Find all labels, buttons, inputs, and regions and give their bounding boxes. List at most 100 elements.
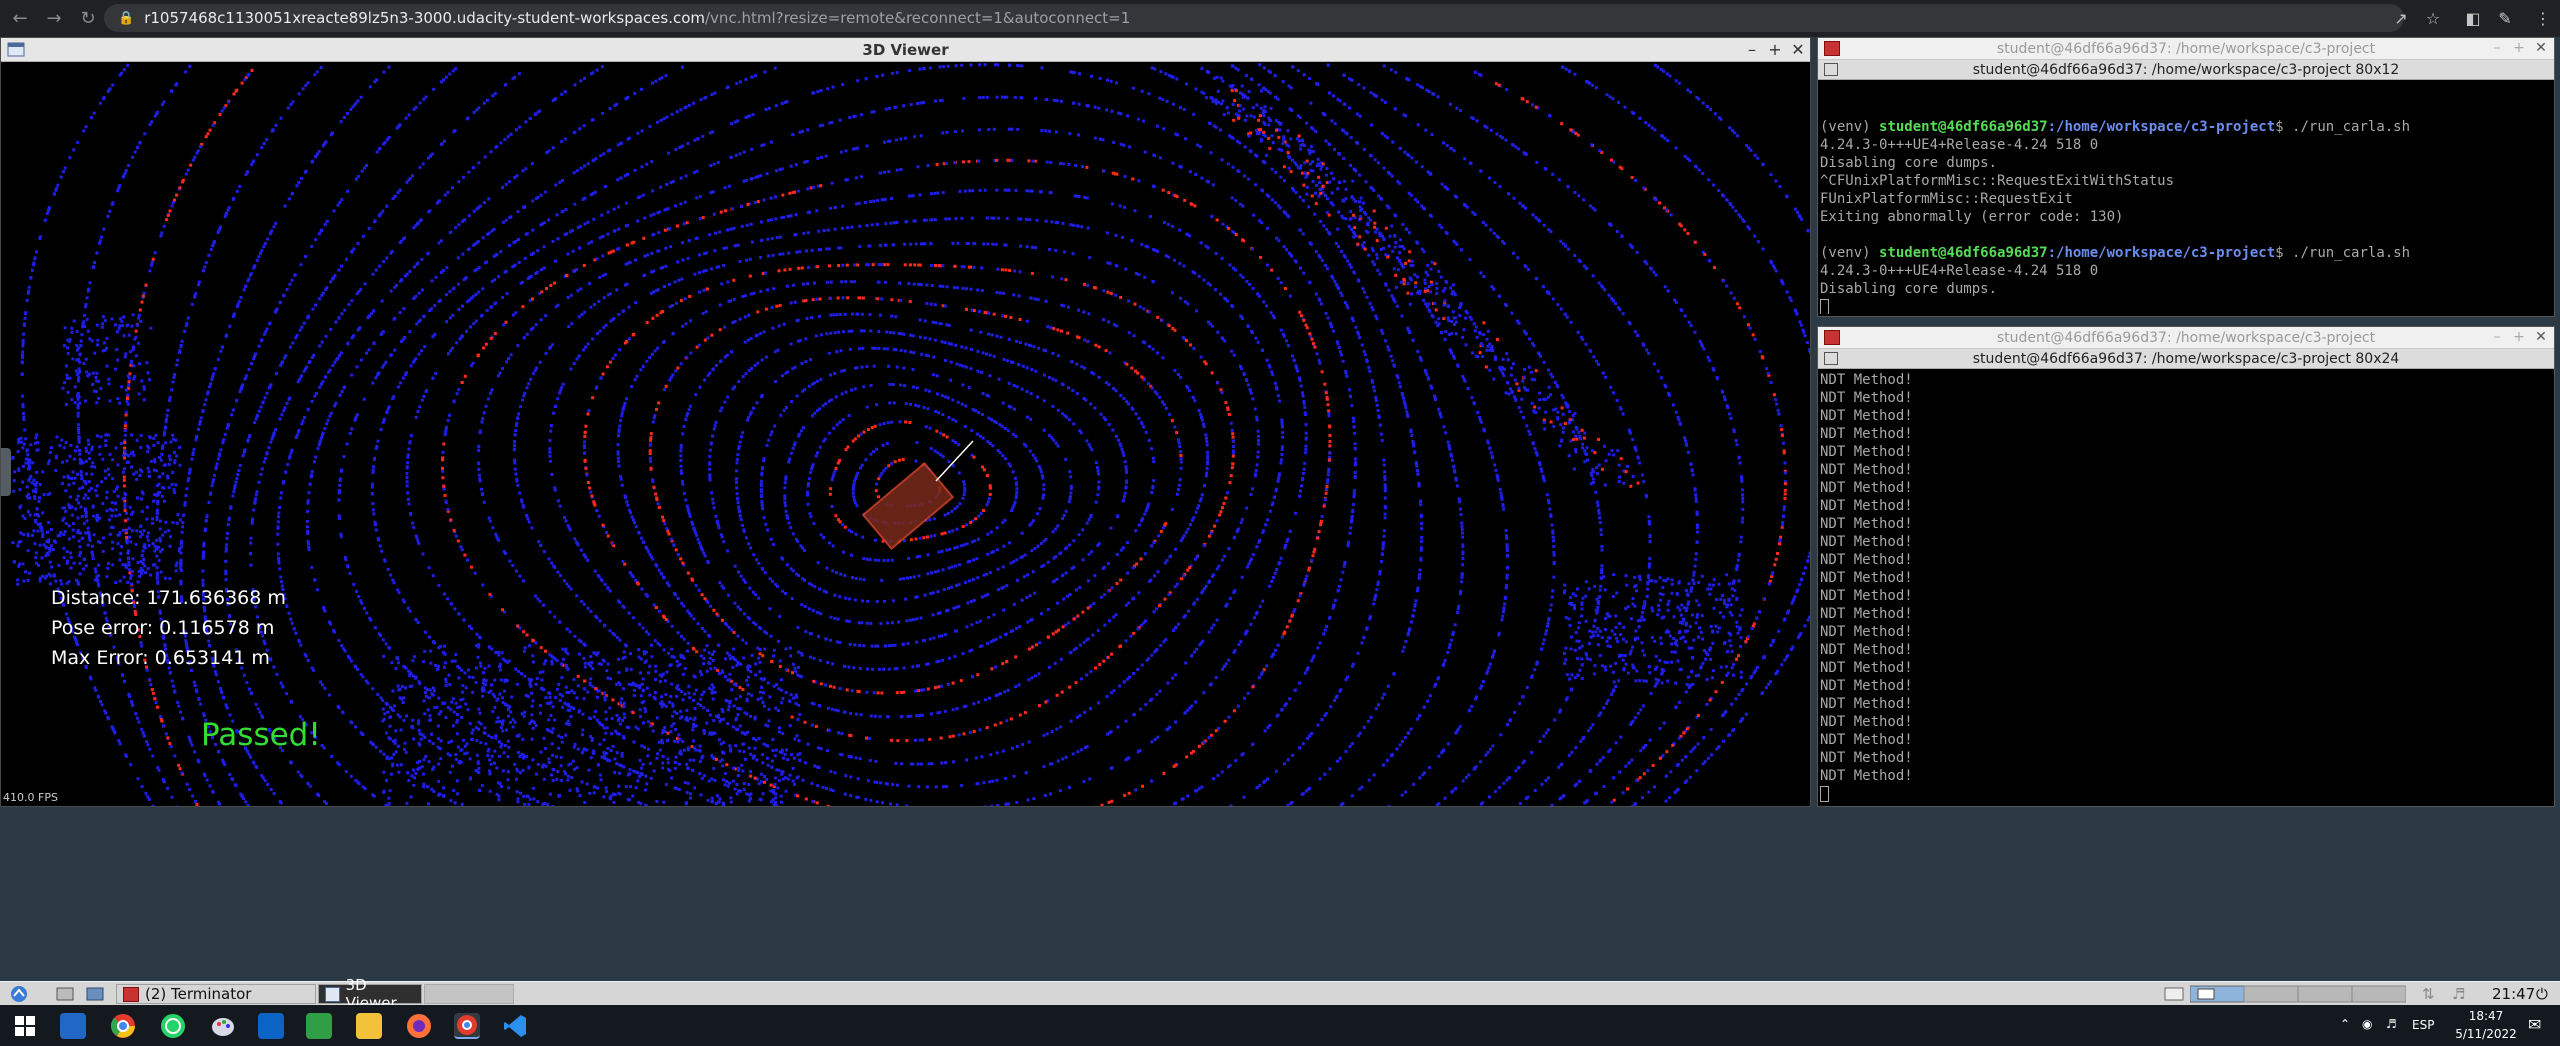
- tray-network-icon[interactable]: ◉: [2362, 1017, 2372, 1031]
- menu-icon[interactable]: ⋮: [2530, 5, 2556, 31]
- terminal-window-1: student@46df66a96d37: /home/workspace/c3…: [1817, 37, 2555, 317]
- prompt-user: student@46df66a96d37: [1879, 119, 2048, 135]
- minimize-button[interactable]: –: [2488, 40, 2506, 56]
- reload-icon[interactable]: ↻: [74, 5, 102, 33]
- vscode-icon[interactable]: [502, 1013, 528, 1039]
- minimize-button[interactable]: –: [1743, 40, 1761, 59]
- terminal-window-2: student@46df66a96d37: /home/workspace/c3…: [1817, 326, 2555, 807]
- terminal-line: NDT Method!: [1820, 660, 1913, 676]
- terminal-tabbar: student@46df66a96d37: /home/workspace/c3…: [1818, 349, 2554, 369]
- minimize-button[interactable]: –: [2488, 329, 2506, 345]
- prompt-path: :/home/workspace/c3-project: [2047, 119, 2276, 135]
- share-icon[interactable]: ↗: [2388, 5, 2414, 31]
- vehicle-bounding-box: [861, 440, 974, 550]
- panel-clock[interactable]: 21:47: [2492, 984, 2535, 1004]
- windows-start-icon[interactable]: [12, 1013, 38, 1039]
- terminal-tab-title: student@46df66a96d37: /home/workspace/c3…: [1972, 62, 2400, 78]
- prompt-path: :/home/workspace/c3-project: [2047, 245, 2276, 261]
- terminal-line: 4.24.3-0+++UE4+Release-4.24 518 0: [1820, 137, 2099, 153]
- terminal-cursor: [1820, 299, 1829, 314]
- terminal-line: NDT Method!: [1820, 588, 1913, 604]
- tray-volume-icon[interactable]: ♬: [2386, 1017, 2397, 1031]
- viewer-title: 3D Viewer: [862, 41, 949, 59]
- start-menu-icon[interactable]: [8, 984, 30, 1004]
- terminal-line: NDT Method!: [1820, 624, 1913, 640]
- prompt-venv: (venv): [1820, 119, 1880, 135]
- terminal-output[interactable]: NDT Method! NDT Method! NDT Method! NDT Met…: [1820, 371, 2552, 804]
- browser-toolbar: ← → ↻ 🔒 r1057468c1130051xreacte89lz5n3-3…: [0, 0, 2560, 37]
- output-block: 4.24.3-0+++UE4+Release-4.24 518 0 Disabli…: [1820, 136, 2552, 226]
- terminal-line: NDT Method!: [1820, 480, 1913, 496]
- close-button[interactable]: ✕: [2532, 329, 2550, 345]
- maximize-button[interactable]: +: [2510, 40, 2528, 56]
- url-path: /vnc.html?resize=remote&reconnect=1&auto…: [705, 9, 1131, 27]
- tray-chevron-icon[interactable]: ⌃: [2340, 1017, 2350, 1031]
- window-icon: [325, 986, 340, 1002]
- prompt-command: $ ./run_carla.sh: [2275, 119, 2411, 135]
- whatsapp-icon[interactable]: [160, 1013, 186, 1039]
- tray-time[interactable]: 18:47: [2456, 1009, 2516, 1023]
- power-icon[interactable]: ⏻: [2536, 984, 2548, 1004]
- viewer-titlebar[interactable]: 3D Viewer – + ✕: [1, 38, 1810, 62]
- terminal-line: NDT Method!: [1820, 516, 1913, 532]
- remote-desktop: 3D Viewer – + ✕ Distance: 171.636368 m P…: [0, 37, 2560, 981]
- lock-icon: 🔒: [118, 10, 135, 26]
- show-desktop-icon[interactable]: [56, 984, 74, 1004]
- side-panel-handle[interactable]: [1, 448, 11, 496]
- folder-icon[interactable]: [356, 1013, 382, 1039]
- terminal-line: NDT Method!: [1820, 372, 1913, 388]
- chrome-active-icon[interactable]: [454, 1013, 480, 1039]
- forward-icon[interactable]: →: [40, 5, 68, 33]
- file-manager-icon[interactable]: [86, 984, 104, 1004]
- maximize-button[interactable]: +: [2510, 329, 2528, 345]
- close-button[interactable]: ✕: [2532, 40, 2550, 56]
- extension-icon[interactable]: ✎: [2492, 5, 2518, 31]
- tray-date[interactable]: 5/11/2022: [2448, 1027, 2524, 1041]
- terminal-line: NDT Method!: [1820, 552, 1913, 568]
- windows-taskbar: ⌃ ◉ ♬ ESP 18:47 5/11/2022 ✉: [0, 1005, 2560, 1046]
- terminal-line: NDT Method!: [1820, 678, 1913, 694]
- vk-icon[interactable]: [60, 1013, 86, 1039]
- address-bar[interactable]: 🔒 r1057468c1130051xreacte89lz5n3-3000.ud…: [104, 4, 2404, 32]
- fps-counter: 410.0 FPS: [3, 791, 58, 804]
- terminal-output[interactable]: (venv) student@46df66a96d37:/home/worksp…: [1820, 82, 2552, 314]
- terminal-line: NDT Method!: [1820, 696, 1913, 712]
- terminal-line: NDT Method!: [1820, 498, 1913, 514]
- terminal-titlebar[interactable]: student@46df66a96d37: /home/workspace/c3…: [1818, 327, 2554, 349]
- back-icon[interactable]: ←: [6, 5, 34, 33]
- maximize-button[interactable]: +: [1766, 40, 1784, 59]
- passed-status: Passed!: [201, 717, 321, 753]
- bookmark-star-icon[interactable]: ☆: [2420, 5, 2446, 31]
- notepad-icon[interactable]: [306, 1013, 332, 1039]
- firefox-icon[interactable]: [406, 1013, 432, 1039]
- chrome-icon[interactable]: [110, 1013, 136, 1039]
- paint-icon[interactable]: [210, 1013, 236, 1039]
- terminal-line: 4.24.3-0+++UE4+Release-4.24 518 0: [1820, 263, 2099, 279]
- terminal-line: NDT Method!: [1820, 444, 1913, 460]
- close-button[interactable]: ✕: [1789, 40, 1807, 59]
- terminal-line: NDT Method!: [1820, 570, 1913, 586]
- taskbar-3d-viewer[interactable]: 3D Viewer: [318, 976, 422, 1012]
- taskbar-empty-slot[interactable]: [424, 984, 514, 1004]
- tray-language[interactable]: ESP: [2412, 1018, 2434, 1032]
- taskbar-terminator[interactable]: (2) Terminator: [116, 984, 316, 1004]
- sidepanel-icon[interactable]: ◧: [2460, 5, 2486, 31]
- terminal-line: Disabling core dumps.: [1820, 155, 1998, 171]
- prompt-command: $ ./run_carla.sh: [2275, 245, 2411, 261]
- terminal-line: NDT Method!: [1820, 768, 1913, 784]
- network-icon[interactable]: ⇅: [2422, 984, 2435, 1004]
- volume-icon[interactable]: ♬: [2452, 984, 2465, 1004]
- terminal-line: NDT Method!: [1820, 750, 1913, 766]
- terminal-line: NDT Method!: [1820, 426, 1913, 442]
- notification-icon[interactable]: ✉: [2528, 1015, 2541, 1034]
- calculator-icon[interactable]: [258, 1013, 284, 1039]
- workspace-switcher[interactable]: [2190, 984, 2406, 1004]
- workspace-icon[interactable]: [2164, 984, 2184, 1004]
- terminal-titlebar[interactable]: student@46df66a96d37: /home/workspace/c3…: [1818, 38, 2554, 60]
- point-cloud-canvas[interactable]: Distance: 171.636368 m Pose error: 0.116…: [1, 63, 1810, 806]
- terminal-line: ^CFUnixPlatformMisc::RequestExitWithStat…: [1820, 173, 2175, 189]
- terminal-title: student@46df66a96d37: /home/workspace/c3…: [1996, 330, 2376, 346]
- terminal-line: NDT Method!: [1820, 534, 1913, 550]
- terminal-line: Exiting abnormally (error code: 130): [1820, 209, 2124, 225]
- terminal-line: NDT Method!: [1820, 390, 1913, 406]
